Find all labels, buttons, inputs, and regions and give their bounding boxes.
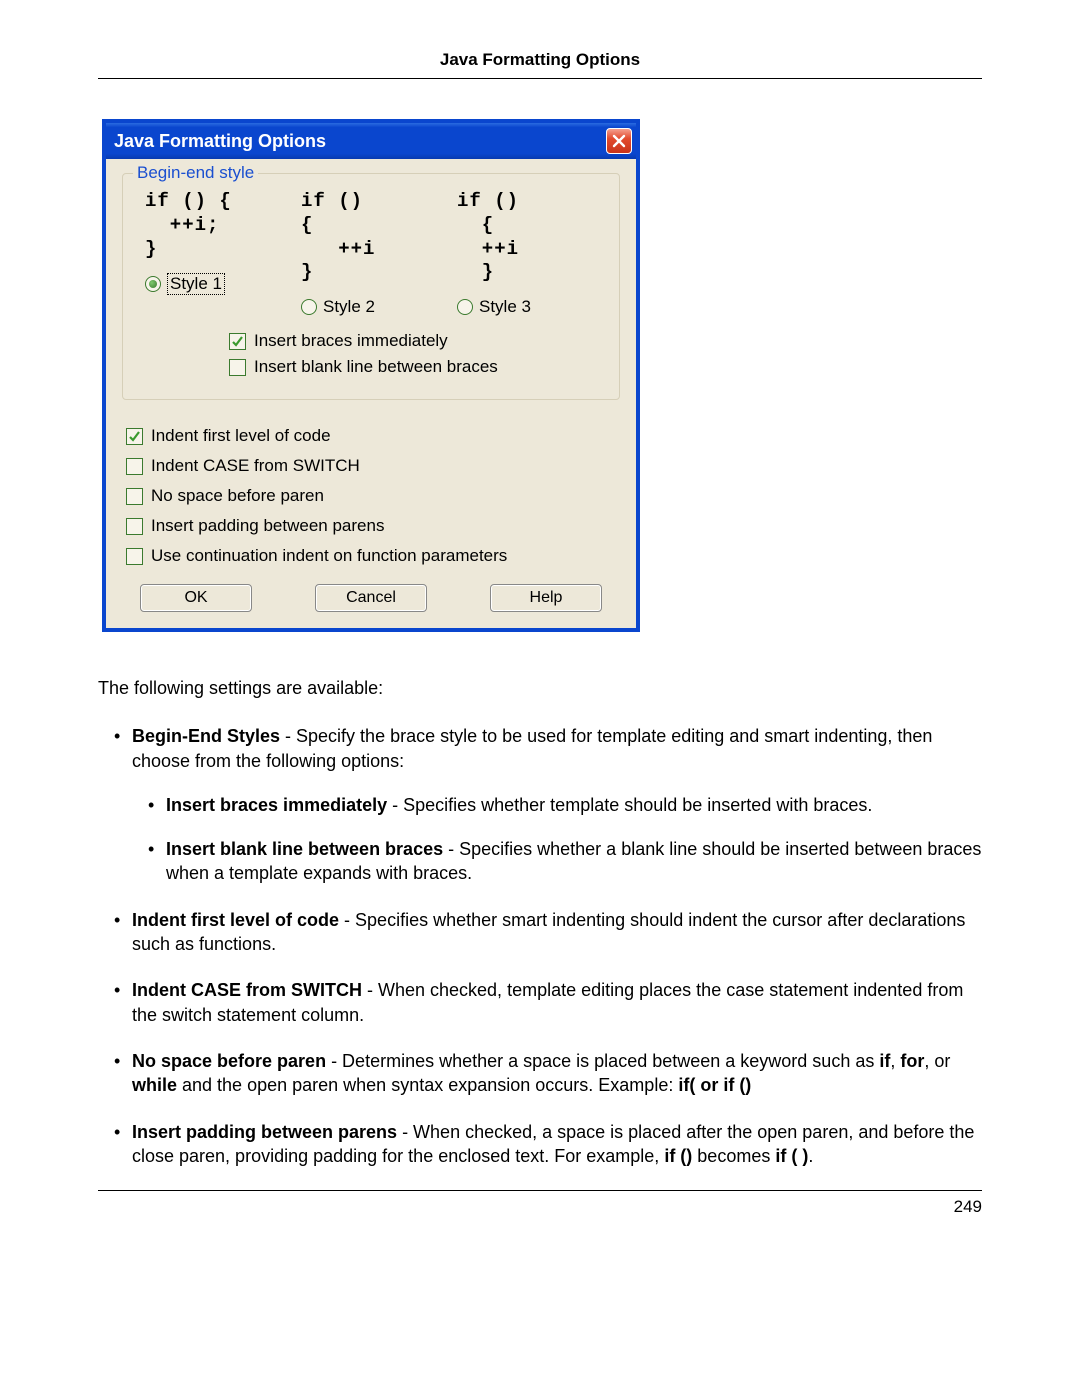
bullet-list: Begin-End Styles - Specify the brace sty…: [98, 724, 982, 1168]
list-item: Insert padding between parens - When che…: [118, 1120, 982, 1169]
style-col-1: if () { ++i; } Style 1: [145, 190, 285, 317]
checkbox-no-space[interactable]: No space before paren: [126, 486, 620, 506]
close-icon: [612, 134, 626, 148]
cancel-button[interactable]: Cancel: [315, 584, 427, 612]
list-item: Insert braces immediately - Specifies wh…: [152, 793, 982, 817]
dialog-window: Java Formatting Options Begin-end style …: [102, 119, 640, 632]
header-rule: [98, 78, 982, 79]
style-col-3: if () { ++i } Style 3: [457, 190, 597, 317]
radio-icon: [145, 276, 161, 292]
checkbox-pad-parens[interactable]: Insert padding between parens: [126, 516, 620, 536]
dialog-body: Begin-end style if () { ++i; } Style 1 i…: [106, 159, 636, 628]
kw: if: [879, 1051, 890, 1071]
outer-checks: Indent first level of code Indent CASE f…: [126, 426, 620, 566]
rest: and the open paren when syntax expansion…: [177, 1075, 678, 1095]
list-item: Indent first level of code - Specifies w…: [118, 908, 982, 957]
checkbox-indent-case[interactable]: Indent CASE from SWITCH: [126, 456, 620, 476]
term: Insert blank line between braces: [166, 839, 443, 859]
radio-label: Style 2: [323, 297, 375, 317]
term: Begin-End Styles: [132, 726, 280, 746]
checkbox-icon: [229, 333, 246, 350]
term: No space before paren: [132, 1051, 326, 1071]
footer: 249: [98, 1190, 982, 1217]
inner-checks: Insert braces immediately Insert blank l…: [229, 331, 605, 377]
page-header-title: Java Formatting Options: [98, 50, 982, 78]
radio-label: Style 1: [167, 273, 225, 295]
list-item: No space before paren - Determines wheth…: [118, 1049, 982, 1098]
radio-icon: [457, 299, 473, 315]
checkbox-icon: [126, 458, 143, 475]
rest: - Determines whether a space is placed b…: [326, 1051, 879, 1071]
checkbox-label: Use continuation indent on function para…: [151, 546, 507, 566]
radio-label: Style 3: [479, 297, 531, 317]
list-item: Begin-End Styles - Specify the brace sty…: [118, 724, 982, 885]
code-sample-1: if () { ++i; }: [145, 190, 285, 261]
text: , or: [924, 1051, 950, 1071]
radio-style-3[interactable]: Style 3: [457, 297, 597, 317]
list-item: Insert blank line between braces - Speci…: [152, 837, 982, 886]
style-col-2: if () { ++i } Style 2: [301, 190, 441, 317]
fieldset-legend: Begin-end style: [133, 163, 258, 183]
ex: if ( ): [775, 1146, 808, 1166]
checkbox-blank-line[interactable]: Insert blank line between braces: [229, 357, 605, 377]
sub-list: Insert braces immediately - Specifies wh…: [132, 793, 982, 886]
checkbox-icon: [126, 488, 143, 505]
checkbox-label: Indent first level of code: [151, 426, 331, 446]
page-number: 249: [954, 1197, 982, 1216]
intro-text: The following settings are available:: [98, 676, 982, 700]
radio-style-2[interactable]: Style 2: [301, 297, 441, 317]
radio-style-1[interactable]: Style 1: [145, 273, 285, 295]
code-sample-2: if () { ++i }: [301, 190, 441, 285]
checkbox-label: Insert braces immediately: [254, 331, 448, 351]
help-button[interactable]: Help: [490, 584, 602, 612]
checkbox-icon: [229, 359, 246, 376]
list-item: Indent CASE from SWITCH - When checked, …: [118, 978, 982, 1027]
term: Indent first level of code: [132, 910, 339, 930]
term: Insert braces immediately: [166, 795, 387, 815]
ex: if (): [664, 1146, 692, 1166]
checkbox-label: No space before paren: [151, 486, 324, 506]
checkbox-insert-braces[interactable]: Insert braces immediately: [229, 331, 605, 351]
titlebar-text: Java Formatting Options: [114, 131, 606, 152]
ok-button[interactable]: OK: [140, 584, 252, 612]
term: Insert padding between parens: [132, 1122, 397, 1142]
checkbox-label: Insert blank line between braces: [254, 357, 498, 377]
checkbox-icon: [126, 518, 143, 535]
begin-end-fieldset: Begin-end style if () { ++i; } Style 1 i…: [122, 173, 620, 400]
checkbox-indent-first[interactable]: Indent first level of code: [126, 426, 620, 446]
kw: for: [900, 1051, 924, 1071]
rest: - Specifies whether template should be i…: [387, 795, 872, 815]
checkbox-label: Insert padding between parens: [151, 516, 384, 536]
radio-icon: [301, 299, 317, 315]
checkbox-label: Indent CASE from SWITCH: [151, 456, 360, 476]
close-button[interactable]: [606, 128, 632, 154]
body-text: The following settings are available: Be…: [98, 676, 982, 1168]
example: if( or if (): [678, 1075, 751, 1095]
text: becomes: [692, 1146, 775, 1166]
checkbox-icon: [126, 548, 143, 565]
term: Indent CASE from SWITCH: [132, 980, 362, 1000]
checkbox-continuation[interactable]: Use continuation indent on function para…: [126, 546, 620, 566]
titlebar: Java Formatting Options: [106, 123, 636, 159]
text: .: [808, 1146, 813, 1166]
checkbox-icon: [126, 428, 143, 445]
kw: while: [132, 1075, 177, 1095]
code-sample-3: if () { ++i }: [457, 190, 597, 285]
style-row: if () { ++i; } Style 1 if () { ++i } Sty…: [137, 190, 605, 317]
text: ,: [890, 1051, 900, 1071]
button-row: OK Cancel Help: [122, 584, 620, 612]
